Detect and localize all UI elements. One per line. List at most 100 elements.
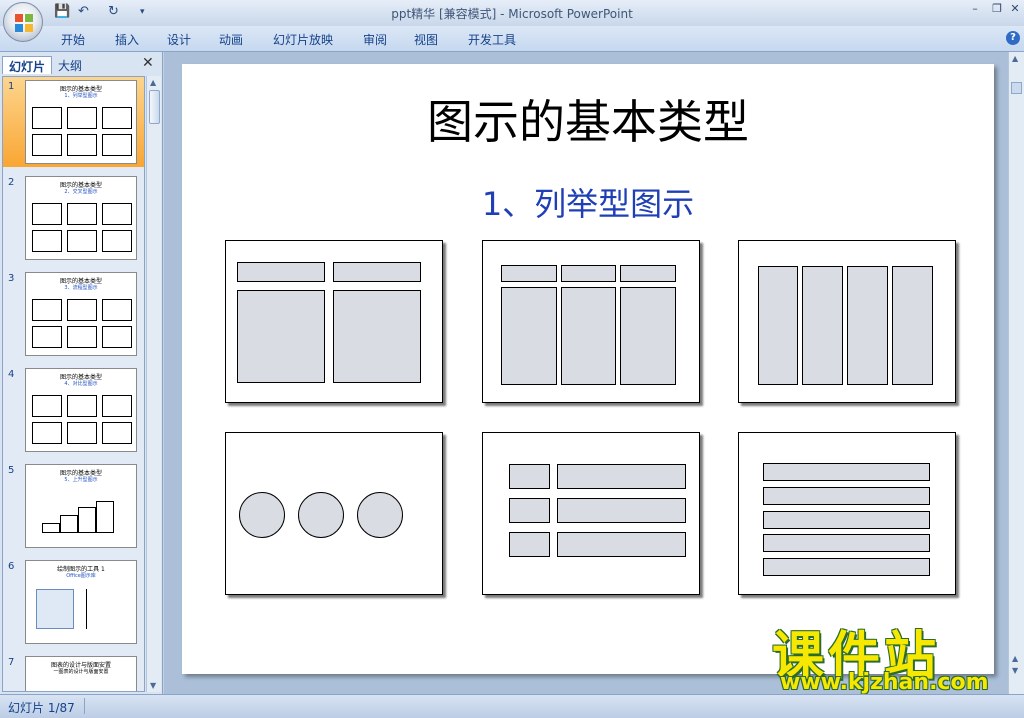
editor-scrollbar[interactable]: ▲ ▲ ▼	[1008, 52, 1024, 694]
diagram-circles[interactable]	[225, 432, 443, 595]
slide-thumbnail-5[interactable]: 5 图示的基本类型 5、上升型图示	[3, 461, 144, 551]
app-title: Microsoft PowerPoint	[508, 7, 633, 21]
thumbnail-scrollbar[interactable]: ▲ ▼	[146, 76, 161, 692]
current-slide[interactable]: 图示的基本类型 1、列举型图示	[182, 64, 994, 674]
watermark-url: www.kjzhan.com	[780, 670, 989, 695]
tab-outline[interactable]: 大纲	[52, 56, 88, 74]
slide-counter: 幻灯片 1/87	[8, 701, 75, 715]
column-box	[847, 266, 888, 385]
scroll-down-icon[interactable]: ▼	[150, 681, 156, 690]
title-bar: 💾 ↶ ↻ ▾ ppt精华 [兼容模式] - Microsoft PowerPo…	[0, 0, 1024, 26]
thumb-shape	[67, 395, 97, 417]
tab-insert[interactable]: 插入	[115, 31, 139, 48]
thumb-dialog-image	[36, 589, 74, 629]
scroll-up-icon[interactable]: ▲	[150, 78, 156, 87]
header-box	[561, 265, 616, 282]
thumb-shape	[102, 107, 132, 129]
thumb-shape	[32, 395, 62, 417]
diagram-four-column[interactable]	[738, 240, 956, 403]
scrollbar-thumb[interactable]	[1011, 82, 1022, 94]
slide-number: 3	[8, 273, 15, 284]
slide-preview: 图示的基本类型 5、上升型图示	[25, 464, 137, 548]
tab-home[interactable]: 开始	[61, 31, 85, 48]
status-divider	[84, 698, 85, 714]
tab-view[interactable]: 视图	[414, 31, 438, 48]
thumb-shape	[67, 299, 97, 321]
office-logo-icon	[15, 14, 33, 32]
slide-thumbnail-7[interactable]: 7 图表的设计与版面安置 一图表的设计与版面安置	[3, 653, 144, 691]
tab-review[interactable]: 审阅	[363, 31, 387, 48]
tab-slides[interactable]: 幻灯片	[2, 56, 53, 74]
column-box	[892, 266, 933, 385]
slide-preview: 图示的基本类型 3、流程型图示	[25, 272, 137, 356]
diagram-three-column[interactable]	[482, 240, 700, 403]
tab-design[interactable]: 设计	[167, 31, 191, 48]
thumb-shape	[67, 107, 97, 129]
thumb-shape	[67, 326, 97, 348]
label-box	[509, 498, 550, 523]
thumb-shape	[67, 422, 97, 444]
slide-number: 4	[8, 369, 15, 380]
thumb-shape	[102, 326, 132, 348]
row-box	[763, 558, 930, 576]
slide-thumbnail-2[interactable]: 2 图示的基本类型 2、交叉型图示	[3, 173, 144, 263]
scrollbar-thumb[interactable]	[149, 90, 160, 124]
slide-preview: 图表的设计与版面安置 一图表的设计与版面安置	[25, 656, 137, 691]
slide-thumbnail-list: 1 图示的基本类型 1、列举型图示 2 图示的基本类型 2、交叉型图示 3 图示…	[2, 76, 145, 692]
slide-subtitle[interactable]: 1、列举型图示	[182, 179, 994, 225]
bar-box	[557, 532, 686, 557]
slide-thumbnail-4[interactable]: 4 图示的基本类型 4、对比型图示	[3, 365, 144, 455]
slide-thumbnail-1[interactable]: 1 图示的基本类型 1、列举型图示	[3, 77, 144, 167]
help-icon[interactable]: ?	[1006, 31, 1020, 45]
diagram-stacked-rows[interactable]	[738, 432, 956, 595]
ribbon-tab-bar: 开始 插入 设计 动画 幻灯片放映 审阅 视图 开发工具	[0, 26, 1024, 52]
thumb-shape	[32, 134, 62, 156]
restore-button[interactable]: ❐	[988, 2, 1006, 15]
next-slide-icon[interactable]: ▼	[1012, 666, 1018, 675]
header-box	[333, 262, 421, 282]
diagram-label-rows[interactable]	[482, 432, 700, 595]
thumb-shape	[102, 422, 132, 444]
thumb-step	[96, 501, 114, 533]
close-button[interactable]: ✕	[1006, 2, 1024, 15]
thumb-subtitle: 5、上升型图示	[64, 477, 98, 483]
slide-thumbnail-6[interactable]: 6 绘制图示的工具 1 Office图示库	[3, 557, 144, 647]
label-box	[509, 532, 550, 557]
tab-animations[interactable]: 动画	[219, 31, 243, 48]
circle-shape	[298, 492, 344, 538]
slide-number: 6	[8, 561, 15, 572]
document-title: ppt精华 [兼容模式] -	[391, 7, 509, 21]
column-box	[802, 266, 843, 385]
slide-number: 1	[8, 81, 15, 92]
slide-number: 2	[8, 177, 15, 188]
office-button[interactable]	[3, 2, 43, 42]
thumb-shape	[102, 395, 132, 417]
thumb-shape	[67, 230, 97, 252]
thumb-shape	[32, 203, 62, 225]
thumb-subtitle: 一图表的设计与版面安置	[53, 669, 109, 675]
close-panel-icon[interactable]: ✕	[142, 55, 154, 71]
column-box	[758, 266, 798, 385]
row-box	[763, 534, 930, 552]
slide-number: 7	[8, 657, 15, 668]
scroll-up-icon[interactable]: ▲	[1012, 54, 1018, 63]
thumb-shape	[102, 134, 132, 156]
thumb-shape	[102, 203, 132, 225]
diagram-two-column[interactable]	[225, 240, 443, 403]
slide-thumbnail-3[interactable]: 3 图示的基本类型 3、流程型图示	[3, 269, 144, 359]
slide-title[interactable]: 图示的基本类型	[182, 86, 994, 152]
thumb-shape	[32, 326, 62, 348]
minimize-button[interactable]: –	[966, 2, 984, 15]
thumb-shape	[67, 134, 97, 156]
content-box	[501, 287, 557, 385]
tab-slide-show[interactable]: 幻灯片放映	[273, 31, 333, 48]
slide-preview: 图示的基本类型 2、交叉型图示	[25, 176, 137, 260]
window-title: ppt精华 [兼容模式] - Microsoft PowerPoint	[0, 5, 1024, 22]
thumb-subtitle: 3、流程型图示	[64, 285, 98, 291]
previous-slide-icon[interactable]: ▲	[1012, 654, 1018, 663]
slide-number: 5	[8, 465, 15, 476]
thumb-step	[42, 523, 60, 533]
tab-developer[interactable]: 开发工具	[468, 31, 516, 48]
thumb-list-image	[86, 589, 124, 629]
thumb-shape	[102, 230, 132, 252]
